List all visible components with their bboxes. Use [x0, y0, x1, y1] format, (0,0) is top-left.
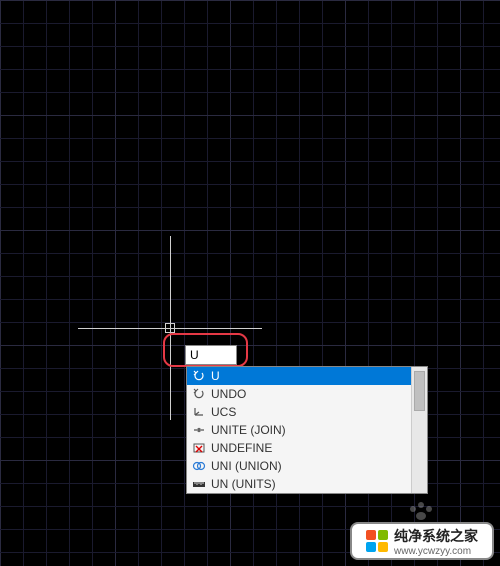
watermark-badge: 纯净系统之家 www.ycwzyy.com: [350, 522, 494, 560]
autocomplete-item[interactable]: UN (UNITS): [187, 475, 411, 493]
autocomplete-item-label: U: [211, 369, 220, 383]
ucs-axis-icon: [191, 405, 207, 419]
autocomplete-item[interactable]: UNITE (JOIN): [187, 421, 411, 439]
autocomplete-item-label: UN (UNITS): [211, 477, 276, 491]
autocomplete-item-label: UCS: [211, 405, 236, 419]
autocomplete-item[interactable]: UNDO: [187, 385, 411, 403]
autocomplete-item-label: UNDEFINE: [211, 441, 272, 455]
dynamic-command-input[interactable]: [185, 345, 237, 365]
windows-logo-icon: [366, 530, 388, 552]
join-icon: [191, 423, 207, 437]
autocomplete-item-label: UNITE (JOIN): [211, 423, 286, 437]
autocomplete-item[interactable]: UCS: [187, 403, 411, 421]
union-circles-icon: [191, 459, 207, 473]
autocomplete-scrollbar[interactable]: [411, 367, 427, 493]
autocomplete-popup: U UNDO UCS UNITE (JOIN) UNDEFINE UNI (UNION) U…: [186, 366, 428, 494]
drawing-canvas[interactable]: U UNDO UCS UNITE (JOIN) UNDEFINE UNI (UNION) U…: [0, 0, 500, 566]
autocomplete-item[interactable]: U: [187, 367, 411, 385]
autocomplete-list: U UNDO UCS UNITE (JOIN) UNDEFINE UNI (UNION) U…: [187, 367, 411, 493]
scrollbar-thumb[interactable]: [414, 371, 425, 411]
pick-box: [165, 323, 175, 333]
autocomplete-item-label: UNDO: [211, 387, 246, 401]
watermark-url: www.ycwzyy.com: [394, 546, 478, 557]
paw-decoration: [408, 502, 438, 522]
undo-arrow-icon: [191, 387, 207, 401]
undefine-icon: [191, 441, 207, 455]
undo-arrow-icon: [191, 369, 207, 383]
units-ruler-icon: [191, 477, 207, 491]
watermark-title: 纯净系统之家: [394, 528, 478, 544]
autocomplete-item-label: UNI (UNION): [211, 459, 282, 473]
autocomplete-item[interactable]: UNDEFINE: [187, 439, 411, 457]
autocomplete-item[interactable]: UNI (UNION): [187, 457, 411, 475]
